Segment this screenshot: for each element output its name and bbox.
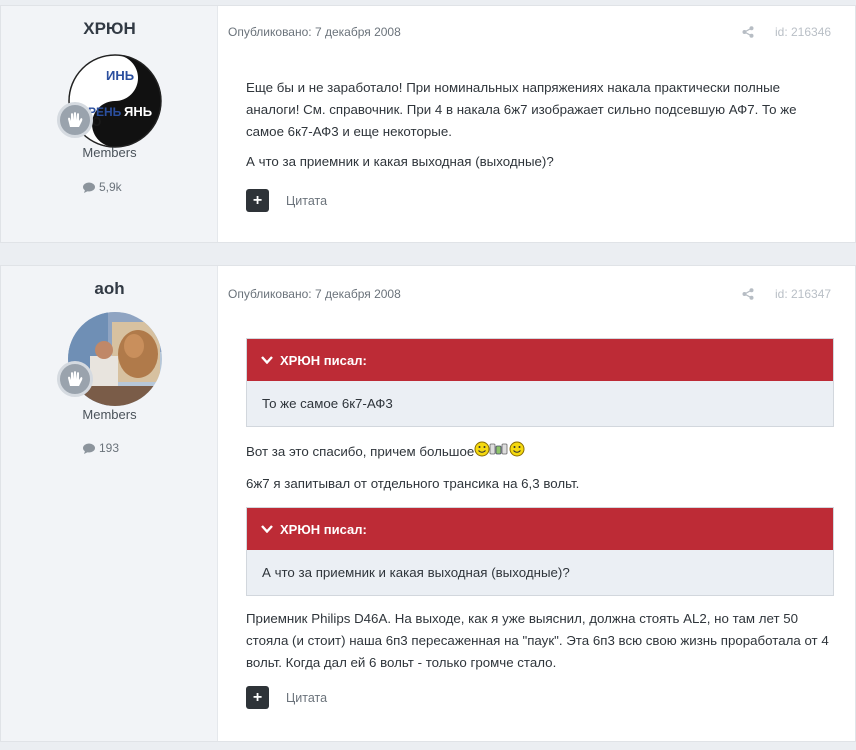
quote-text: А что за приемник и какая выходная (выхо… <box>247 550 833 595</box>
comment-icon <box>83 182 95 193</box>
quote-block: ХРЮН писал: То же самое 6к7-АФ3 <box>246 338 834 427</box>
post-paragraph: Приемник Philips D46A. На выходе, как я … <box>246 611 829 670</box>
author-panel: aoh Members 193 <box>1 266 218 741</box>
published-date[interactable]: Опубликовано: 7 декабря 2008 <box>228 25 401 39</box>
chevron-down-icon <box>261 525 273 533</box>
member-group: Members <box>82 407 137 422</box>
member-group: Members <box>82 145 137 160</box>
post-paragraph: Еще бы и не заработало! При номинальных … <box>246 80 797 139</box>
svg-text:ИНЬ: ИНЬ <box>106 68 134 83</box>
post-line: Вот за это спасибо, причем большое <box>246 444 475 460</box>
post-2: aoh Members 193 Опубликовано: 7 декабря … <box>0 265 856 742</box>
post-count-value: 5,9k <box>99 180 122 194</box>
smiley-emoticon-icon <box>474 441 526 464</box>
post-count-value: 193 <box>99 441 120 455</box>
svg-text:ЯНЬ: ЯНЬ <box>124 104 152 119</box>
published-date[interactable]: Опубликовано: 7 декабря 2008 <box>228 287 401 301</box>
chevron-down-icon <box>261 356 273 364</box>
share-icon[interactable] <box>742 288 754 300</box>
quote-button[interactable]: Цитата <box>286 691 327 705</box>
comment-icon <box>83 443 95 454</box>
post-count[interactable]: 193 <box>83 441 119 455</box>
quote-header[interactable]: ХРЮН писал: <box>247 339 833 381</box>
post-id: id: 216346 <box>775 25 832 39</box>
quote-text: То же самое 6к7-АФ3 <box>247 381 833 426</box>
share-icon[interactable] <box>742 26 754 38</box>
post-paragraph: А что за приемник и какая выходная (выхо… <box>246 154 554 169</box>
quote-add-button[interactable]: + <box>246 189 269 212</box>
quote-author: ХРЮН писал: <box>280 521 367 537</box>
rank-badge-icon <box>57 361 93 397</box>
quote-author: ХРЮН писал: <box>280 352 367 368</box>
post-1: ХРЮН ИНЬ Ю ХРЕНЬ ЯНЬ Members 5,9k Опубли… <box>0 5 856 243</box>
post-count[interactable]: 5,9k <box>83 180 122 194</box>
post-paragraph: 6ж7 я запитывал от отдельного трансика н… <box>246 476 580 491</box>
author-panel: ХРЮН ИНЬ Ю ХРЕНЬ ЯНЬ Members 5,9k <box>1 6 218 242</box>
quote-button[interactable]: Цитата <box>286 194 327 208</box>
post-id: id: 216347 <box>775 287 832 301</box>
quote-header[interactable]: ХРЮН писал: <box>247 508 833 550</box>
author-name[interactable]: aoh <box>1 279 218 299</box>
quote-block: ХРЮН писал: А что за приемник и какая вы… <box>246 507 834 596</box>
quote-add-button[interactable]: + <box>246 686 269 709</box>
author-name[interactable]: ХРЮН <box>1 19 218 39</box>
post-paragraph: Вот за это спасибо, причем большое <box>246 441 831 464</box>
rank-badge-icon <box>57 102 93 138</box>
